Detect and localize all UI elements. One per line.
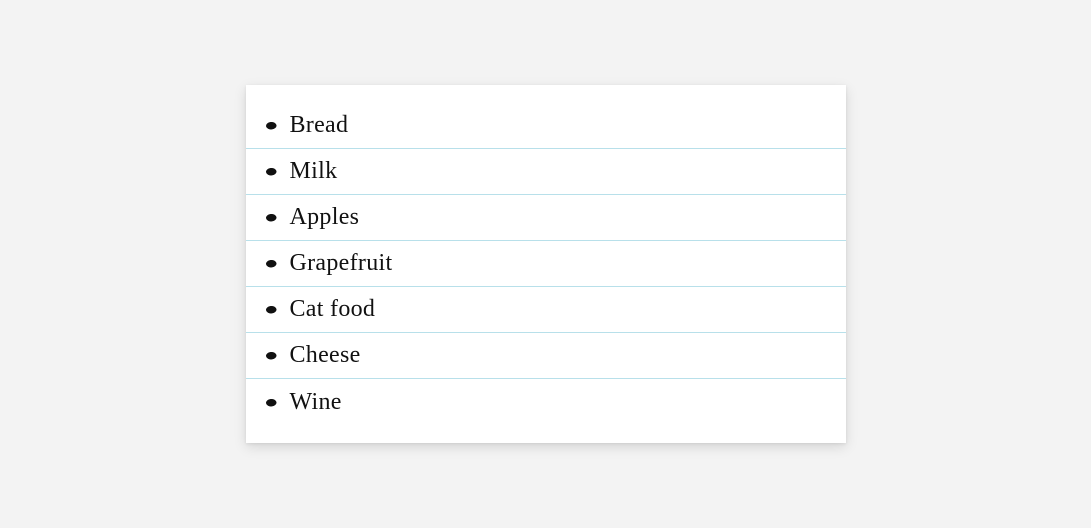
list-item: Grapefruit xyxy=(246,241,846,287)
list-item: Wine xyxy=(246,379,846,425)
list-item-label: Wine xyxy=(290,389,342,416)
bullet-icon xyxy=(265,167,276,175)
list-item-label: Cat food xyxy=(290,296,376,323)
list-item-label: Grapefruit xyxy=(290,250,393,277)
list-item: Cheese xyxy=(246,333,846,379)
bullet-icon xyxy=(265,121,276,129)
shopping-list: Bread Milk Apples Grapefruit Cat food Ch… xyxy=(246,103,846,425)
bullet-icon xyxy=(265,259,276,267)
list-item-label: Apples xyxy=(290,204,360,231)
list-item-label: Cheese xyxy=(290,342,361,369)
list-item: Milk xyxy=(246,149,846,195)
list-item: Cat food xyxy=(246,287,846,333)
note-card: Bread Milk Apples Grapefruit Cat food Ch… xyxy=(246,85,846,443)
bullet-icon xyxy=(265,351,276,359)
list-item: Bread xyxy=(246,103,846,149)
bullet-icon xyxy=(265,398,276,406)
list-item-label: Bread xyxy=(290,112,349,139)
list-item: Apples xyxy=(246,195,846,241)
list-item-label: Milk xyxy=(290,158,338,185)
bullet-icon xyxy=(265,213,276,221)
bullet-icon xyxy=(265,305,276,313)
